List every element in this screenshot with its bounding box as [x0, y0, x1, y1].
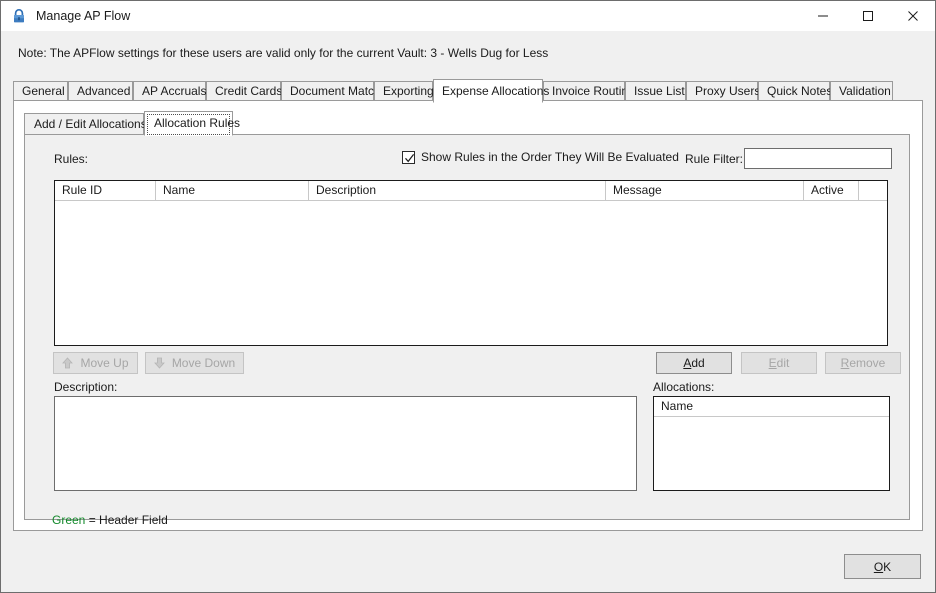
edit-button-label: Edit: [768, 356, 790, 370]
add-button-label: Add: [683, 356, 705, 370]
tab-credit-cards[interactable]: Credit Cards: [206, 81, 282, 101]
column-header-message[interactable]: Message: [606, 181, 804, 200]
add-button[interactable]: Add: [656, 352, 732, 374]
move-down-label: Move Down: [171, 356, 236, 370]
column-header-name[interactable]: Name: [156, 181, 309, 200]
tab-validation[interactable]: Validation: [830, 81, 893, 101]
move-up-label: Move Up: [80, 356, 129, 370]
remove-button[interactable]: Remove: [825, 352, 901, 374]
window-title: Manage AP Flow: [36, 9, 131, 23]
tab-issue-list[interactable]: Issue List: [625, 81, 686, 101]
maximize-button[interactable]: [845, 1, 890, 31]
rule-filter-input[interactable]: [744, 148, 892, 169]
legend-header-field: Green = Header Field: [52, 513, 168, 527]
allocations-label: Allocations:: [653, 380, 715, 394]
subtab-allocation-rules[interactable]: Allocation Rules: [144, 111, 240, 136]
ok-button[interactable]: OK: [844, 554, 921, 579]
title-bar: Manage AP Flow: [1, 1, 935, 31]
minimize-button[interactable]: [800, 1, 845, 31]
subtab-add-edit-allocations[interactable]: Add / Edit Allocations: [24, 113, 147, 135]
arrow-up-icon: [62, 357, 74, 369]
tab-general[interactable]: General: [13, 81, 68, 101]
rules-grid[interactable]: Rule ID Name Description Message Active: [54, 180, 888, 346]
move-up-button[interactable]: Move Up: [53, 352, 138, 374]
column-header-description[interactable]: Description: [309, 181, 606, 200]
expense-allocations-panel: Add / Edit Allocations Allocation Rules …: [13, 100, 923, 531]
lock-icon: [11, 8, 27, 24]
main-tab-strip: General Advanced AP Accruals Credit Card…: [13, 79, 923, 103]
tab-expense-allocations[interactable]: Expense Allocations: [433, 79, 549, 103]
rules-grid-body[interactable]: [55, 201, 887, 345]
legend-rest-text: = Header Field: [85, 513, 168, 527]
rule-filter-label: Rule Filter:: [685, 152, 744, 166]
tab-invoice-routing[interactable]: Invoice Routing: [543, 81, 635, 101]
ok-button-label: OK: [873, 559, 892, 574]
allocations-grid-body[interactable]: [654, 417, 889, 490]
tab-document-match[interactable]: Document Match: [281, 81, 381, 101]
allocation-rules-panel: Rules: Show Rules in the Order They Will…: [24, 134, 910, 520]
show-rules-order-checkbox[interactable]: Show Rules in the Order They Will Be Eva…: [402, 150, 679, 164]
manage-ap-flow-window: Manage AP Flow Note: The APFlow settings…: [0, 0, 936, 593]
column-header-active[interactable]: Active: [804, 181, 859, 200]
show-rules-order-label: Show Rules in the Order They Will Be Eva…: [421, 150, 679, 164]
check-icon: [405, 153, 415, 162]
arrow-down-icon: [153, 357, 165, 369]
column-header-allocation-name[interactable]: Name: [654, 397, 889, 416]
window-controls: [800, 1, 935, 31]
subtab-allocation-rules-label: Allocation Rules: [154, 116, 241, 130]
rules-grid-header: Rule ID Name Description Message Active: [55, 181, 887, 201]
allocations-grid[interactable]: Name: [653, 396, 890, 491]
close-button[interactable]: [890, 1, 935, 31]
tab-exporting[interactable]: Exporting: [374, 81, 434, 101]
description-label: Description:: [54, 380, 118, 394]
tab-advanced[interactable]: Advanced: [68, 81, 133, 101]
description-textarea[interactable]: [54, 396, 637, 491]
note-text: Note: The APFlow settings for these user…: [18, 46, 549, 60]
tab-ap-accruals[interactable]: AP Accruals: [133, 81, 206, 101]
legend-green-word: Green: [52, 513, 86, 527]
rules-label: Rules:: [54, 152, 89, 166]
edit-button[interactable]: Edit: [741, 352, 817, 374]
allocations-grid-header: Name: [654, 397, 889, 417]
checkbox-box: [402, 150, 415, 164]
tab-proxy-users[interactable]: Proxy Users: [686, 81, 760, 101]
tab-quick-notes[interactable]: Quick Notes: [758, 81, 832, 101]
sub-tab-strip: Add / Edit Allocations Allocation Rules: [24, 111, 910, 136]
remove-button-label: Remove: [840, 356, 886, 370]
column-header-spacer[interactable]: [859, 181, 887, 200]
column-header-rule-id[interactable]: Rule ID: [55, 181, 156, 200]
move-down-button[interactable]: Move Down: [145, 352, 244, 374]
